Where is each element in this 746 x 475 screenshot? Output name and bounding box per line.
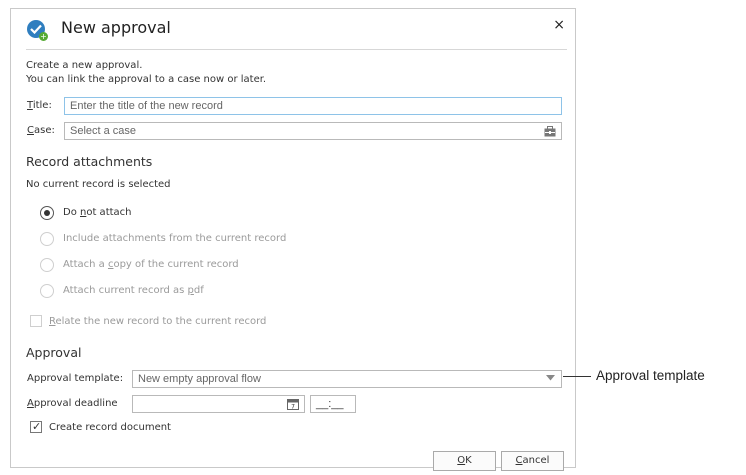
title-input[interactable]: Enter the title of the new record [64, 97, 562, 115]
cancel-button[interactable]: Cancel [501, 451, 564, 471]
approval-template-callout: Approval template [596, 368, 705, 383]
radio-include-attachments-label: Include attachments from the current rec… [63, 233, 286, 244]
title-label-rest: itle: [32, 100, 52, 111]
opt0-post: ot attach [86, 207, 132, 218]
ok-button[interactable]: OK [433, 451, 496, 471]
case-label-accesskey: C [27, 125, 34, 136]
intro-line-1: Create a new approval. [26, 60, 143, 71]
radio-do-not-attach-label: Do not attach [63, 207, 132, 218]
approval-deadline-label: Approval deadline [27, 398, 118, 409]
relate-rest: elate the new record to the current reco… [55, 316, 267, 327]
checkmark-icon: ✓ [32, 420, 42, 433]
radio-attach-copy[interactable] [40, 258, 54, 272]
opt3-post: df [193, 285, 204, 296]
radio-attach-copy-label: Attach a copy of the current record [63, 259, 239, 270]
chevron-down-icon[interactable] [546, 375, 555, 381]
approval-check-icon: + [27, 20, 48, 41]
opt0-pre: Do [63, 207, 80, 218]
intro-text: Create a new approval. You can link the … [26, 59, 266, 87]
close-button[interactable]: × [553, 17, 565, 33]
approval-template-select[interactable]: New empty approval flow [132, 370, 562, 388]
case-select[interactable]: Select a case [64, 122, 562, 140]
approval-heading: Approval [26, 345, 82, 360]
opt2-post: opy of the current record [113, 259, 239, 270]
dialog-titlebar: + New approval × [11, 9, 575, 49]
ok-accesskey: O [457, 455, 466, 466]
approval-template-label: Approval template: [27, 373, 124, 384]
radio-include-attachments[interactable] [40, 232, 54, 246]
radio-attach-pdf-label: Attach current record as pdf [63, 285, 204, 296]
radio-do-not-attach[interactable] [40, 206, 54, 220]
title-divider [26, 49, 567, 50]
calendar-icon[interactable]: 7 [287, 398, 299, 410]
svg-text:7: 7 [291, 404, 295, 411]
case-label-rest: ase: [33, 125, 55, 136]
radio-attach-pdf[interactable] [40, 284, 54, 298]
record-attachments-heading: Record attachments [26, 154, 153, 169]
relate-record-checkbox[interactable] [30, 315, 42, 327]
dialog-title: New approval [61, 18, 171, 37]
cancel-rest: ancel [522, 455, 550, 466]
ok-rest: K [465, 455, 472, 466]
opt2-pre: Attach a [63, 259, 108, 270]
title-label: Title: [27, 100, 52, 111]
approval-deadline-date[interactable] [132, 395, 305, 413]
create-document-checkbox[interactable]: ✓ [30, 420, 42, 433]
deadline-rest: pproval deadline [33, 398, 118, 409]
relate-record-label: Relate the new record to the current rec… [49, 316, 266, 327]
case-label: Case: [27, 125, 55, 136]
callout-line [563, 376, 591, 377]
no-record-status: No current record is selected [26, 179, 171, 190]
opt1-pre: Include attachments from the current rec… [63, 233, 287, 244]
opt3-pre: Attach current record as [63, 285, 188, 296]
deadline-accesskey: A [27, 398, 34, 409]
plus-badge-icon: + [39, 32, 48, 41]
case-briefcase-icon[interactable] [544, 126, 556, 137]
cancel-accesskey: C [515, 455, 523, 466]
approval-deadline-time[interactable]: __:__ [310, 395, 356, 413]
new-approval-dialog: + New approval × Create a new approval. … [10, 8, 576, 471]
create-document-label: Create record document [49, 422, 171, 433]
intro-line-2: You can link the approval to a case now … [26, 74, 267, 85]
